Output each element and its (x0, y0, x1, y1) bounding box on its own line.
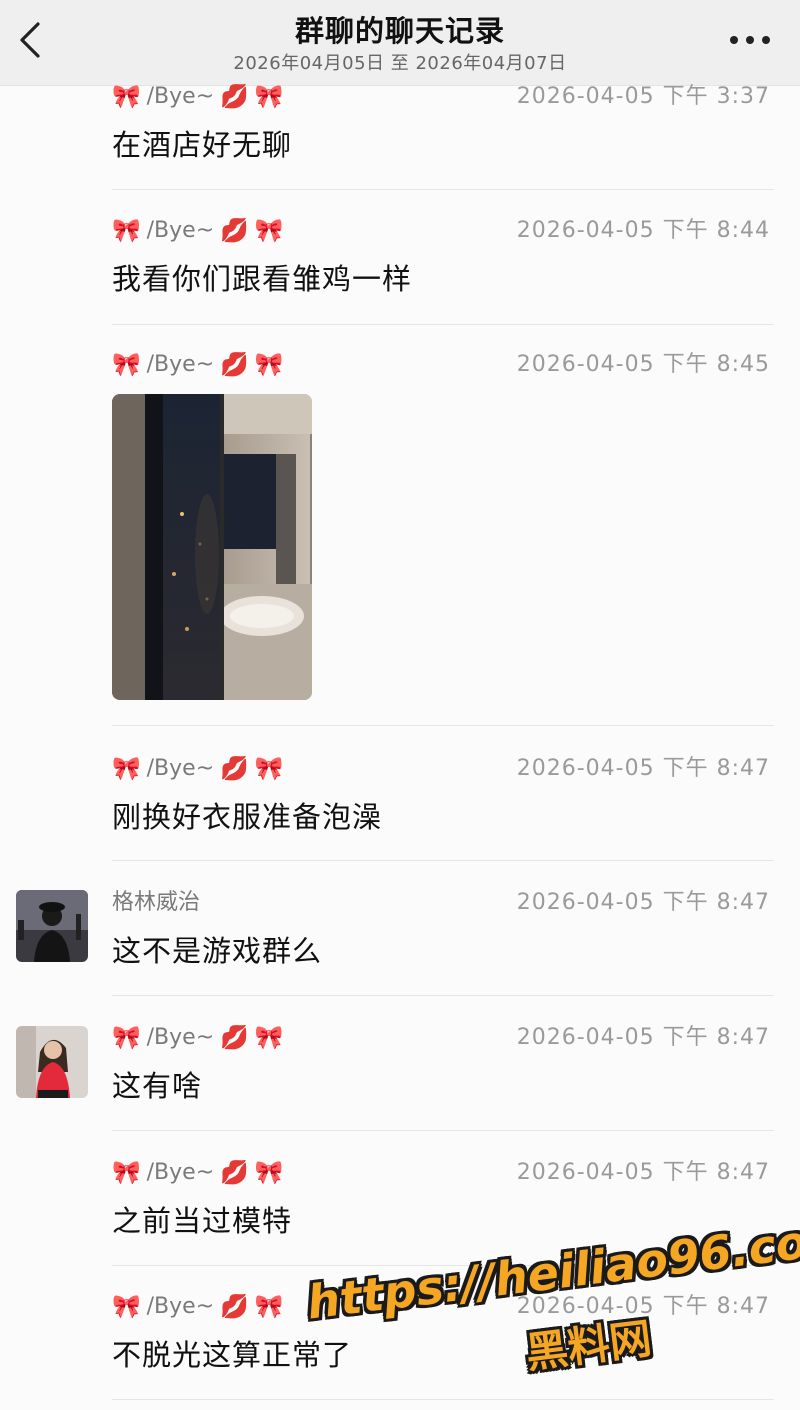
message-text: 之前当过模特 (112, 1204, 293, 1238)
bow-icon: 🎀 (254, 1025, 284, 1051)
lips-icon: 💋 (220, 218, 249, 244)
bow-icon: 🎀 (254, 84, 284, 110)
bow-icon: 🎀 (254, 1160, 284, 1186)
lips-icon: 💋 (220, 84, 249, 110)
hotel-room-photo (112, 394, 312, 700)
message-text: 这有啥 (112, 1069, 203, 1103)
more-button[interactable] (728, 30, 772, 50)
bow-icon: 🎀 (112, 84, 141, 110)
sender-name: /Bye~ (146, 756, 215, 781)
avatar[interactable] (16, 1026, 88, 1098)
message-meta: 🎀 /Bye~ 💋 🎀 2026-04-05 下午 8:47 (112, 1021, 774, 1055)
message-item: 🎀 /Bye~ 💋 🎀 2026-04-05 下午 8:47 刚换好衣服准备泡澡 (112, 752, 774, 861)
message-text: 在酒店好无聊 (112, 128, 293, 162)
message-meta: 格林威治 2026-04-05 下午 8:47 (112, 886, 774, 920)
message-item: 🎀 /Bye~ 💋 🎀 2026-04-05 下午 8:45 (112, 348, 774, 726)
sender-name: /Bye~ (146, 218, 215, 243)
watermark-site-name: 黑料网 (523, 1313, 655, 1378)
message-item: 🎀 /Bye~ 💋 🎀 2026-04-05 下午 8:47 这有啥 (112, 1021, 774, 1131)
lips-icon: 💋 (220, 1160, 249, 1186)
avatar-image (16, 890, 88, 962)
message-time: 2026-04-05 下午 8:47 (516, 756, 770, 781)
bow-icon: 🎀 (112, 1294, 141, 1320)
lips-icon: 💋 (220, 1025, 249, 1051)
sender-name: /Bye~ (146, 84, 215, 109)
chat-history-header: 群聊的聊天记录 2026年04月05日 至 2026年04月07日 (0, 0, 800, 86)
message-item: 🎀 /Bye~ 💋 🎀 2026-04-05 下午 8:44 我看你们跟看雏鸡一… (112, 214, 774, 325)
sender-name: 格林威治 (112, 890, 201, 915)
bow-icon: 🎀 (254, 218, 284, 244)
bow-icon: 🎀 (254, 352, 284, 378)
bow-icon: 🎀 (112, 352, 141, 378)
more-dots-icon (730, 36, 770, 44)
message-meta: 🎀 /Bye~ 💋 🎀 2026-04-05 下午 3:37 (112, 80, 774, 114)
bow-icon: 🎀 (112, 756, 141, 782)
message-time: 2026-04-05 下午 8:45 (516, 352, 770, 377)
message-text: 刚换好衣服准备泡澡 (112, 800, 383, 834)
lips-icon: 💋 (220, 756, 249, 782)
message-meta: 🎀 /Bye~ 💋 🎀 2026-04-05 下午 8:47 (112, 1156, 774, 1190)
sender-name: /Bye~ (146, 352, 215, 377)
message-text: 我看你们跟看雏鸡一样 (112, 262, 413, 296)
message-item: 格林威治 2026-04-05 下午 8:47 这不是游戏群么 (112, 886, 774, 996)
message-meta: 🎀 /Bye~ 💋 🎀 2026-04-05 下午 8:47 (112, 752, 774, 786)
message-text: 这不是游戏群么 (112, 934, 323, 968)
message-photo[interactable] (112, 394, 312, 700)
bow-icon: 🎀 (112, 1025, 141, 1051)
sender: 🎀 /Bye~ 💋 🎀 (112, 1290, 283, 1324)
message-time: 2026-04-05 下午 8:47 (516, 890, 770, 915)
page-title: 群聊的聊天记录 (294, 14, 505, 48)
sender-name: /Bye~ (146, 1294, 215, 1319)
lips-icon: 💋 (220, 1294, 249, 1320)
message-item: 🎀 /Bye~ 💋 🎀 2026-04-05 下午 3:37 在酒店好无聊 (112, 80, 774, 190)
bow-icon: 🎀 (254, 1294, 284, 1320)
bow-icon: 🎀 (112, 218, 141, 244)
sender: 🎀 /Bye~ 💋 🎀 (112, 348, 283, 382)
message-meta: 🎀 /Bye~ 💋 🎀 2026-04-05 下午 8:44 (112, 214, 774, 248)
lips-icon: 💋 (220, 352, 249, 378)
sender: 🎀 /Bye~ 💋 🎀 (112, 80, 283, 114)
date-range: 2026年04月05日 至 2026年04月07日 (233, 53, 567, 74)
bow-icon: 🎀 (112, 1160, 141, 1186)
sender-name: /Bye~ (146, 1025, 215, 1050)
site-watermark: https://heiliao96.com 黑料网 (300, 1209, 800, 1386)
sender: 🎀 /Bye~ 💋 🎀 (112, 214, 283, 248)
sender: 🎀 /Bye~ 💋 🎀 (112, 1021, 283, 1055)
sender: 格林威治 (112, 886, 200, 920)
sender: 🎀 /Bye~ 💋 🎀 (112, 752, 283, 786)
avatar-image (16, 1026, 88, 1098)
message-time: 2026-04-05 下午 8:44 (516, 218, 770, 243)
message-meta: 🎀 /Bye~ 💋 🎀 2026-04-05 下午 8:45 (112, 348, 774, 382)
message-time: 2026-04-05 下午 8:47 (516, 1160, 770, 1185)
sender: 🎀 /Bye~ 💋 🎀 (112, 1156, 283, 1190)
avatar[interactable] (16, 890, 88, 962)
bow-icon: 🎀 (254, 756, 284, 782)
message-time: 2026-04-05 下午 8:47 (516, 1025, 770, 1050)
sender-name: /Bye~ (146, 1160, 215, 1185)
message-time: 2026-04-05 下午 3:37 (516, 84, 770, 109)
